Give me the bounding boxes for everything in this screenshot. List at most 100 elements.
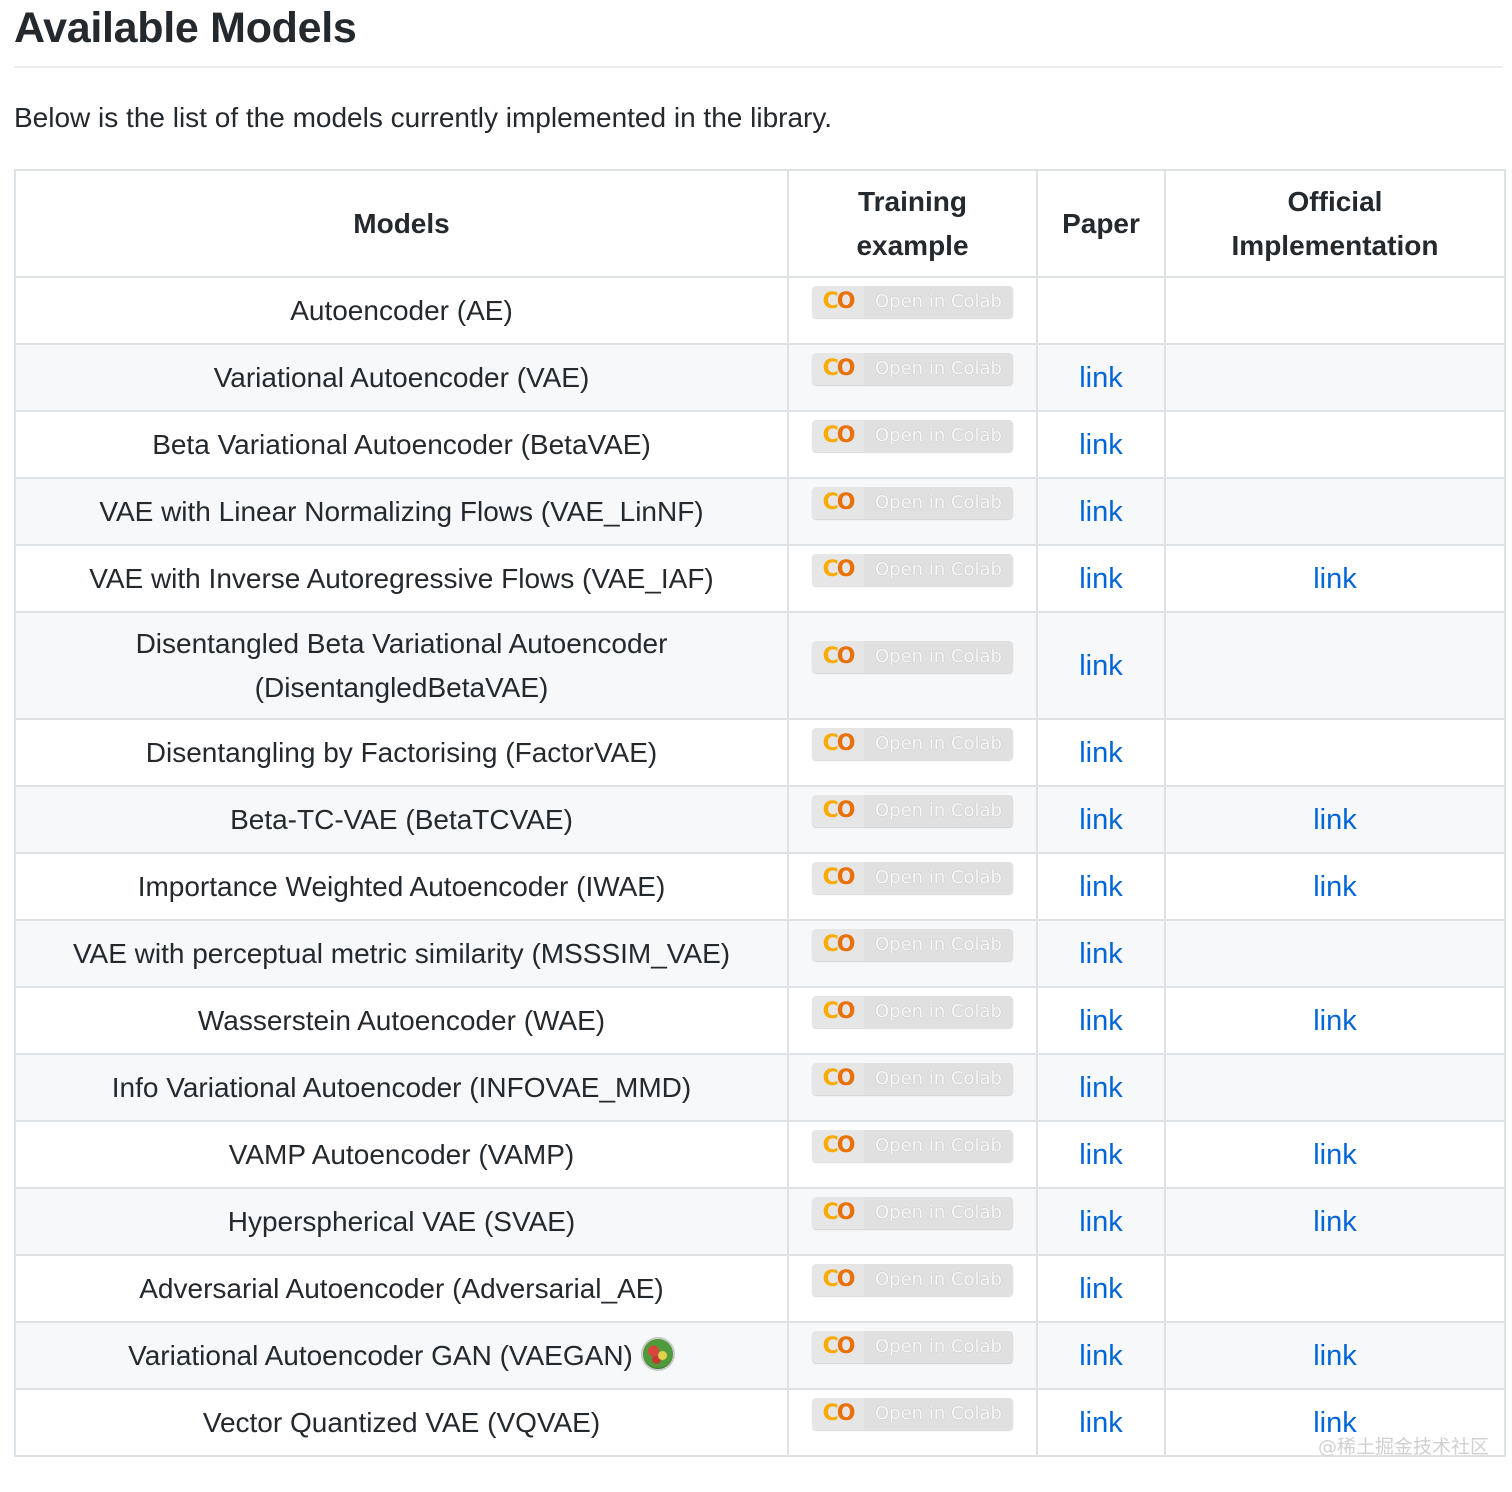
paper-link[interactable]: link [1079,1340,1123,1372]
paper-cell: link [1036,1321,1166,1390]
colab-logo-icon: CO [812,1063,864,1096]
training-example-cell: C O Open in Colab [787,410,1038,479]
paper-link[interactable]: link [1079,650,1123,682]
official-implementation-link[interactable]: link [1313,804,1357,836]
model-name: VAE with Inverse Autoregressive Flows (V… [14,544,789,613]
training-example-cell: C O Open in Colab [787,1321,1038,1390]
paper-link[interactable]: link [1079,1072,1123,1104]
official-implementation-link[interactable]: link [1313,1340,1357,1372]
open-in-colab-badge[interactable]: C O Open in Colab [812,353,1013,386]
paper-cell: link [1036,1388,1166,1457]
open-in-colab-badge[interactable]: C O Open in Colab [812,1398,1013,1431]
paper-link[interactable]: link [1079,1407,1123,1439]
model-name: Wasserstein Autoencoder (WAE) [14,986,789,1055]
training-example-cell: C O Open in Colab [787,1388,1038,1457]
open-in-colab-badge[interactable]: C O Open in Colab [812,286,1013,319]
paper-link[interactable]: link [1079,496,1123,528]
open-in-colab-badge[interactable]: C O Open in Colab [812,487,1013,520]
official-implementation-link[interactable]: link [1313,1206,1357,1238]
model-name: VAE with Linear Normalizing Flows (VAE_L… [14,477,789,546]
model-name: Autoencoder (AE) [14,276,789,345]
training-example-cell: C O Open in Colab [787,1120,1038,1189]
table-row: VAE with perceptual metric similarity (M… [14,919,1506,988]
model-name: Variational Autoencoder GAN (VAEGAN) [14,1321,789,1390]
training-example-cell: C O Open in Colab [787,1053,1038,1122]
open-in-colab-badge[interactable]: C O Open in Colab [812,420,1013,453]
official-implementation-cell: link [1164,1120,1506,1189]
paper-link[interactable]: link [1079,1206,1123,1238]
paper-link[interactable]: link [1079,737,1123,769]
official-implementation-cell: link [1164,544,1506,613]
open-in-colab-badge[interactable]: C O Open in Colab [812,1331,1013,1364]
table-row: Variational Autoencoder GAN (VAEGAN) COO… [14,1321,1506,1390]
official-implementation-link[interactable]: link [1313,1139,1357,1171]
paper-link[interactable]: link [1079,563,1123,595]
title-divider [14,66,1503,68]
table-row: Beta Variational Autoencoder (BetaVAE) C… [14,410,1506,479]
paper-link[interactable]: link [1079,938,1123,970]
training-example-cell: C O Open in Colab [787,718,1038,787]
model-name: VAMP Autoencoder (VAMP) [14,1120,789,1189]
training-example-cell: C O Open in Colab [787,611,1038,720]
training-example-cell: C O Open in Colab [787,477,1038,546]
official-implementation-cell [1164,1254,1506,1323]
open-in-colab-badge[interactable]: C O Open in Colab [812,1130,1013,1163]
table-row: Adversarial Autoencoder (Adversarial_AE)… [14,1254,1506,1323]
training-example-cell: C O Open in Colab [787,1254,1038,1323]
open-in-colab-badge[interactable]: C O Open in Colab [812,728,1013,761]
open-in-colab-badge[interactable]: C O Open in Colab [812,1264,1013,1297]
model-name: Disentangled Beta Variational Autoencode… [14,611,789,720]
model-name: Beta-TC-VAE (BetaTCVAE) [14,785,789,854]
paper-cell: link [1036,544,1166,613]
paper-cell [1036,276,1166,345]
paper-link[interactable]: link [1079,1273,1123,1305]
open-in-colab-badge[interactable]: C O Open in Colab [812,996,1013,1029]
open-in-colab-badge[interactable]: C O Open in Colab [812,641,1013,674]
open-in-colab-badge[interactable]: C O Open in Colab [812,1063,1013,1096]
header-paper: Paper [1036,169,1166,278]
paper-link[interactable]: link [1079,871,1123,903]
colab-logo-icon: CO [812,996,864,1029]
paper-cell: link [1036,1254,1166,1323]
table-row: VAE with Inverse Autoregressive Flows (V… [14,544,1506,613]
official-implementation-link[interactable]: link [1313,563,1357,595]
colab-logo-icon: CO [812,1264,864,1297]
table-row: Info Variational Autoencoder (INFOVAE_MM… [14,1053,1506,1122]
open-in-colab-badge[interactable]: C O Open in Colab [812,862,1013,895]
paper-link[interactable]: link [1079,804,1123,836]
training-example-cell: C O Open in Colab [787,1187,1038,1256]
official-implementation-link[interactable]: link [1313,871,1357,903]
training-example-cell: C O Open in Colab [787,919,1038,988]
training-example-cell: C O Open in Colab [787,852,1038,921]
colab-logo-icon: CO [812,641,864,674]
table-header-row: Models Training example Paper Official Imp… [14,169,1506,278]
paper-cell: link [1036,1053,1166,1122]
official-implementation-cell: link [1164,785,1506,854]
open-in-colab-badge[interactable]: C O Open in Colab [812,795,1013,828]
header-official-implementation: Official Implementation [1164,169,1506,278]
open-in-colab-badge[interactable]: C O Open in Colab [812,554,1013,587]
model-name: Beta Variational Autoencoder (BetaVAE) [14,410,789,479]
paper-cell: link [1036,718,1166,787]
paper-link[interactable]: link [1079,429,1123,461]
training-example-cell: C O Open in Colab [787,343,1038,412]
official-implementation-cell [1164,611,1506,720]
colab-logo-icon: CO [812,1197,864,1230]
model-name: Hyperspherical VAE (SVAE) [14,1187,789,1256]
official-implementation-link[interactable]: link [1313,1005,1357,1037]
official-implementation-cell: link [1164,852,1506,921]
paper-link[interactable]: link [1079,1139,1123,1171]
official-implementation-cell [1164,1053,1506,1122]
table-row: VAE with Linear Normalizing Flows (VAE_L… [14,477,1506,546]
table-row: Disentangled Beta Variational Autoencode… [14,611,1506,720]
table-row: Variational Autoencoder (VAE) C O Open in … [14,343,1506,412]
paper-cell: link [1036,410,1166,479]
open-in-colab-badge[interactable]: C O Open in Colab [812,1197,1013,1230]
colab-logo-icon: CO [812,795,864,828]
paper-link[interactable]: link [1079,362,1123,394]
models-table: Models Training example Paper Official Imp… [14,169,1506,1457]
paper-link[interactable]: link [1079,1005,1123,1037]
table-row: Hyperspherical VAE (SVAE) C O Open in Cola… [14,1187,1506,1256]
open-in-colab-badge[interactable]: C O Open in Colab [812,929,1013,962]
table-row: Wasserstein Autoencoder (WAE) C O Open in … [14,986,1506,1055]
